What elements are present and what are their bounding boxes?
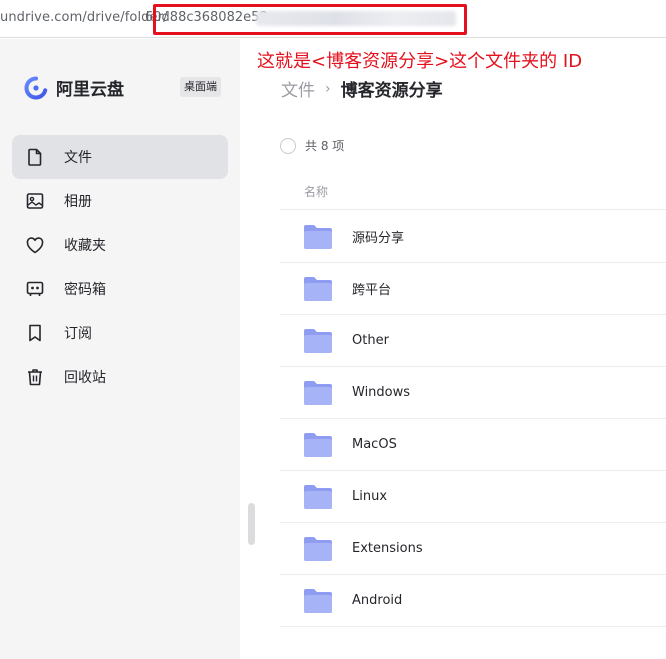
- folder-icon: [304, 224, 332, 249]
- desktop-client-badge[interactable]: 桌面端: [180, 77, 221, 97]
- aliyun-drive-logo-icon: [24, 76, 48, 99]
- sidebar: 阿里云盘 桌面端 文件 相册 收藏夹 密码箱 订阅 回收站: [0, 39, 240, 659]
- file-name: Other: [352, 333, 389, 348]
- selection-summary: 共 8 项: [280, 137, 344, 154]
- trash-icon: [24, 366, 46, 388]
- folder-icon: [304, 432, 332, 457]
- id-annotation: 这就是<博客资源分享>这个文件夹的 ID: [257, 51, 583, 72]
- breadcrumb: 文件 › 博客资源分享: [281, 76, 443, 102]
- highlight-box: [153, 4, 467, 35]
- file-name: Linux: [352, 489, 388, 504]
- folder-icon: [304, 536, 332, 561]
- folder-icon: [304, 328, 332, 353]
- select-all-checkbox[interactable]: [280, 137, 296, 154]
- list-item[interactable]: MacOS: [280, 419, 666, 471]
- sidebar-item-label: 相册: [64, 194, 92, 210]
- file-name: 跨平台: [352, 283, 392, 298]
- photo-album-icon: [24, 190, 46, 212]
- folder-icon: [304, 380, 332, 405]
- breadcrumb-separator: ›: [325, 80, 331, 97]
- url-text: undrive.com/drive/folder/: [0, 10, 168, 25]
- sidebar-item-label: 回收站: [64, 370, 106, 386]
- list-item[interactable]: Android: [280, 575, 666, 627]
- sidebar-item-label: 收藏夹: [64, 238, 106, 254]
- list-item[interactable]: 跨平台: [280, 263, 666, 315]
- list-item[interactable]: 源码分享: [280, 211, 666, 263]
- list-item[interactable]: Linux: [280, 471, 666, 523]
- item-count: 共 8 项: [305, 139, 345, 153]
- list-item[interactable]: Extensions: [280, 523, 666, 575]
- file-name: 源码分享: [352, 231, 405, 246]
- file-list: 源码分享 跨平台 Other Windows MacOS Linux Exten…: [280, 211, 666, 627]
- brand[interactable]: 阿里云盘: [24, 75, 124, 100]
- file-name: Android: [352, 593, 403, 608]
- folder-icon: [304, 588, 332, 613]
- file-name: MacOS: [352, 437, 397, 452]
- sidebar-item-trash[interactable]: 回收站: [12, 355, 228, 399]
- sidebar-item-label: 文件: [64, 150, 92, 166]
- safe-box-icon: [24, 278, 46, 300]
- breadcrumb-root[interactable]: 文件: [281, 76, 315, 101]
- brand-name: 阿里云盘: [56, 80, 124, 100]
- file-name: Extensions: [352, 541, 423, 556]
- bookmark-icon: [24, 322, 46, 344]
- list-item[interactable]: Other: [280, 315, 666, 367]
- sidebar-item-album[interactable]: 相册: [12, 179, 228, 223]
- breadcrumb-current: 博客资源分享: [340, 81, 443, 101]
- sidebar-item-label: 密码箱: [64, 282, 106, 298]
- heart-icon: [24, 234, 46, 256]
- sidebar-item-label: 订阅: [64, 326, 92, 342]
- column-header-name[interactable]: 名称: [304, 183, 328, 200]
- file-name: Windows: [352, 385, 411, 400]
- sidebar-nav: 文件 相册 收藏夹 密码箱 订阅 回收站: [12, 135, 228, 399]
- sidebar-item-files[interactable]: 文件: [12, 135, 228, 179]
- sidebar-item-favorites[interactable]: 收藏夹: [12, 223, 228, 267]
- list-item[interactable]: Windows: [280, 367, 666, 419]
- sidebar-item-subscription[interactable]: 订阅: [12, 311, 228, 355]
- file-icon: [24, 146, 46, 168]
- folder-icon: [304, 484, 332, 509]
- sidebar-item-safe[interactable]: 密码箱: [12, 267, 228, 311]
- folder-icon: [304, 276, 332, 301]
- sidebar-resize-handle[interactable]: [248, 503, 255, 545]
- list-header: 名称: [280, 170, 666, 210]
